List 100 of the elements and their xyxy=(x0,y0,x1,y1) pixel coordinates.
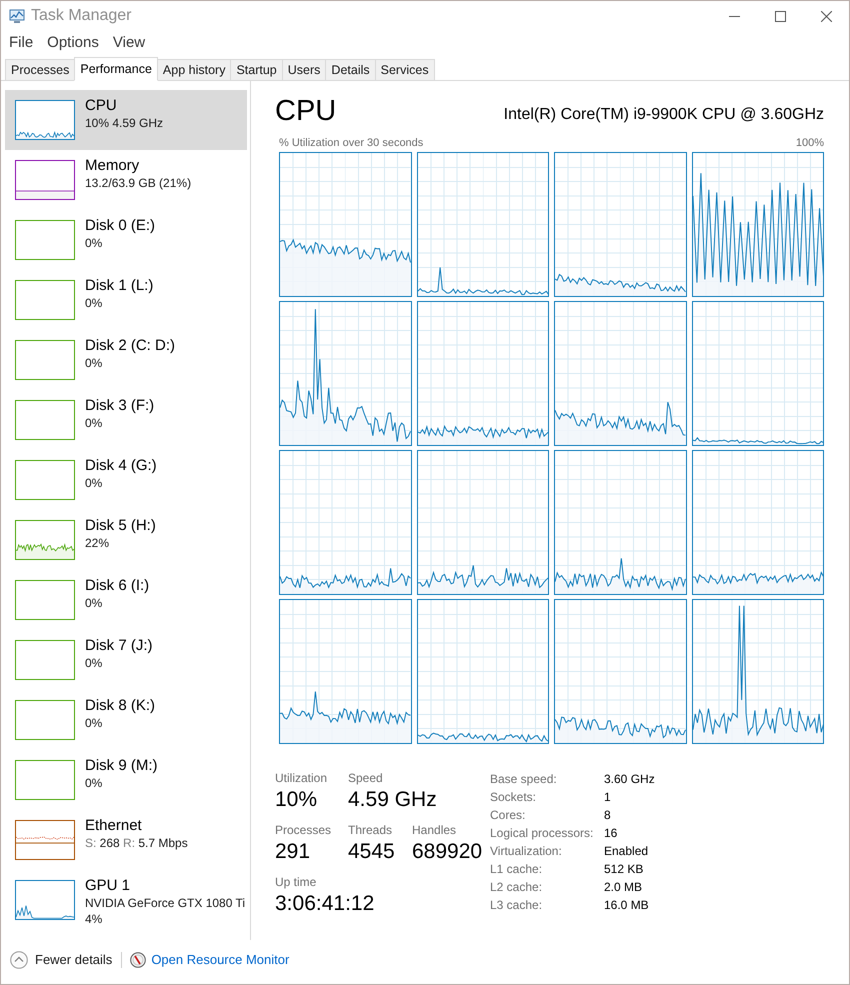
sidebar-item[interactable]: CPU 10% 4.59 GHz xyxy=(5,90,247,150)
spec-value: 2.0 MB xyxy=(604,879,642,896)
cpu-usage-graph xyxy=(15,100,75,140)
tab[interactable]: Startup xyxy=(230,59,283,80)
device-name: Disk 3 (F:) xyxy=(85,397,154,415)
device-usage: 0% xyxy=(85,415,102,431)
sidebar-item[interactable]: Disk 8 (K:) 0% xyxy=(5,690,247,750)
spec-value: 3.60 GHz xyxy=(604,771,655,788)
disk-activity-graph xyxy=(15,580,75,620)
spec-value: 16 xyxy=(604,825,618,842)
device-usage: 10% 4.59 GHz xyxy=(85,115,164,131)
device-usage: 0% xyxy=(85,355,102,371)
fewer-details-button[interactable]: Fewer details xyxy=(10,951,112,969)
device-name: Ethernet xyxy=(85,817,142,835)
disk-activity-graph xyxy=(15,400,75,440)
stat-label: Threads xyxy=(348,822,394,838)
spec-value: 16.0 MB xyxy=(604,897,649,914)
sidebar-item[interactable]: Disk 2 (C: D:) 0% xyxy=(5,330,247,390)
spec-label: Logical processors: xyxy=(490,825,594,842)
spec-label: Virtualization: xyxy=(490,843,563,860)
disk-activity-graph xyxy=(15,700,75,740)
sidebar-item[interactable]: Disk 3 (F:) 0% xyxy=(5,390,247,450)
device-usage: 0% xyxy=(85,235,102,251)
device-name: GPU 1 xyxy=(85,877,130,895)
menu-item[interactable]: View xyxy=(106,32,152,54)
network-throughput-graph xyxy=(15,820,75,860)
stat-label: Speed xyxy=(348,770,384,786)
processor-model: Intel(R) Core(TM) i9-9900K CPU @ 3.60GHz xyxy=(504,105,824,125)
sidebar-item[interactable]: Disk 5 (H:) 22% xyxy=(5,510,247,570)
stat-value: 3:06:41:12 xyxy=(275,891,374,917)
spec-value: 1 xyxy=(604,789,611,806)
spec-value: 8 xyxy=(604,807,611,824)
tab[interactable]: App history xyxy=(156,59,232,80)
device-name: Disk 7 (J:) xyxy=(85,637,152,655)
device-usage: 22% xyxy=(85,535,110,551)
device-usage: 0% xyxy=(85,775,102,791)
disk-activity-graph xyxy=(15,760,75,800)
sidebar-item[interactable]: Disk 1 (L:) 0% xyxy=(5,270,247,330)
stat-value: 689920 xyxy=(412,839,482,865)
device-name: Memory xyxy=(85,157,140,175)
close-icon xyxy=(820,10,832,22)
device-usage: 0% xyxy=(85,295,102,311)
device-usage: 13.2/63.9 GB (21%) xyxy=(85,175,192,191)
device-name: Disk 4 (G:) xyxy=(85,457,157,475)
sidebar-item[interactable]: Disk 7 (J:) 0% xyxy=(5,630,247,690)
device-name: CPU xyxy=(85,97,117,115)
menu-item[interactable]: File xyxy=(2,32,40,54)
window-title: Task Manager xyxy=(31,6,132,26)
device-usage: 0% xyxy=(85,595,102,611)
sidebar-item[interactable]: Memory 13.2/63.9 GB (21%) xyxy=(5,150,247,210)
device-usage: 4% xyxy=(85,911,102,927)
stat-value: 10% xyxy=(275,787,318,813)
stat-value: 4545 xyxy=(348,839,396,865)
device-usage: 0% xyxy=(85,475,102,491)
disk-activity-graph xyxy=(15,520,75,560)
device-name: Disk 2 (C: D:) xyxy=(85,337,175,355)
monitor-chart-icon xyxy=(9,8,25,24)
sidebar-item[interactable]: Disk 0 (E:) 0% xyxy=(5,210,247,270)
stat-label: Utilization xyxy=(275,770,328,786)
sidebar-item[interactable]: GPU 1 NVIDIA GeForce GTX 1080 Ti 4% xyxy=(5,870,247,930)
tab[interactable]: Users xyxy=(282,59,326,80)
disk-activity-graph xyxy=(15,280,75,320)
device-name: Disk 8 (K:) xyxy=(85,697,156,715)
device-name: Disk 6 (I:) xyxy=(85,577,150,595)
graph-maximum: 100% xyxy=(796,136,824,150)
network-throughput: S: 268 R: 5.7 Mbps xyxy=(85,835,188,851)
disk-activity-graph xyxy=(15,340,75,380)
tab[interactable]: Performance xyxy=(74,57,158,81)
device-name: Disk 9 (M:) xyxy=(85,757,158,775)
panel-title: CPU xyxy=(275,94,336,129)
maximize-icon xyxy=(774,10,786,22)
tab[interactable]: Processes xyxy=(5,59,76,80)
tab[interactable]: Details xyxy=(325,59,376,80)
spec-label: Sockets: xyxy=(490,789,538,806)
device-usage: NVIDIA GeForce GTX 1080 Ti xyxy=(85,895,246,911)
spec-label: L2 cache: xyxy=(490,879,544,896)
spec-label: L1 cache: xyxy=(490,861,544,878)
tab[interactable]: Services xyxy=(374,59,435,80)
gauge-icon xyxy=(130,952,146,968)
menu-item[interactable]: Options xyxy=(40,32,106,54)
sidebar-item[interactable]: Disk 4 (G:) 0% xyxy=(5,450,247,510)
device-usage: 0% xyxy=(85,655,102,671)
resource-monitor-link[interactable]: Open Resource Monitor xyxy=(130,951,290,969)
spec-value: Enabled xyxy=(604,843,648,860)
disk-activity-graph xyxy=(15,220,75,260)
sidebar-item[interactable]: Disk 6 (I:) 0% xyxy=(5,570,247,630)
stat-label: Up time xyxy=(275,874,318,890)
spec-label: L3 cache: xyxy=(490,897,544,914)
sidebar-item[interactable]: Disk 9 (M:) 0% xyxy=(5,750,247,810)
device-name: Disk 5 (H:) xyxy=(85,517,156,535)
spec-label: Cores: xyxy=(490,807,526,824)
gpu-usage-graph xyxy=(15,880,75,920)
stat-value: 4.59 GHz xyxy=(348,787,437,813)
memory-usage-graph xyxy=(15,160,75,200)
stat-label: Handles xyxy=(412,822,458,838)
graph-caption: % Utilization over 30 seconds xyxy=(279,136,424,150)
device-name: Disk 1 (L:) xyxy=(85,277,154,295)
stat-value: 291 xyxy=(275,839,312,865)
sidebar-item[interactable]: Ethernet S: 268 R: 5.7 Mbps xyxy=(5,810,247,870)
spec-value: 512 KB xyxy=(604,861,644,878)
